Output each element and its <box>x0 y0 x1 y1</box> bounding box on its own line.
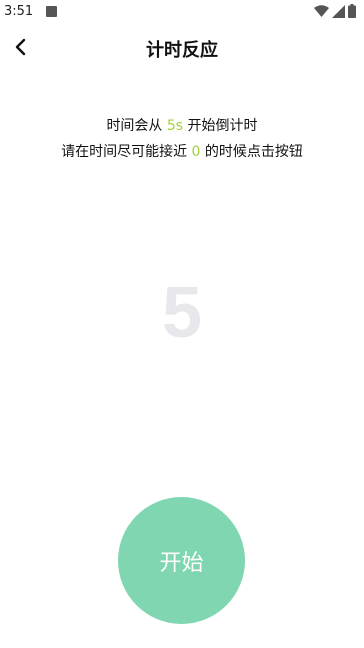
instruction-text: 的时候点击按钮 <box>200 144 303 160</box>
instruction-line-1: 时间会从 5s 开始倒计时 <box>0 113 364 139</box>
instruction-text: 时间会从 <box>106 118 167 134</box>
instruction-text: 开始倒计时 <box>183 118 258 134</box>
page-title: 计时反应 <box>146 40 218 61</box>
instructions: 时间会从 5s 开始倒计时 请在时间尽可能接近 0 的时候点击按钮 <box>0 113 364 165</box>
start-seconds-highlight: 5s <box>166 118 184 134</box>
status-time: 3:51 <box>4 4 34 19</box>
start-button-label: 开始 <box>159 550 204 576</box>
instruction-text: 请在时间尽可能接近 <box>61 144 192 160</box>
status-icons <box>314 3 356 22</box>
instruction-line-2: 请在时间尽可能接近 0 的时候点击按钮 <box>0 139 364 165</box>
wifi-icon <box>314 3 329 22</box>
signal-icon <box>332 3 345 22</box>
countdown-display: 5 <box>161 273 203 353</box>
start-button[interactable]: 开始 <box>118 497 245 624</box>
status-bar: 3:51 <box>0 0 364 24</box>
header-bar: 计时反应 <box>0 24 364 72</box>
battery-icon <box>348 3 356 22</box>
notification-app-icon <box>46 6 57 17</box>
